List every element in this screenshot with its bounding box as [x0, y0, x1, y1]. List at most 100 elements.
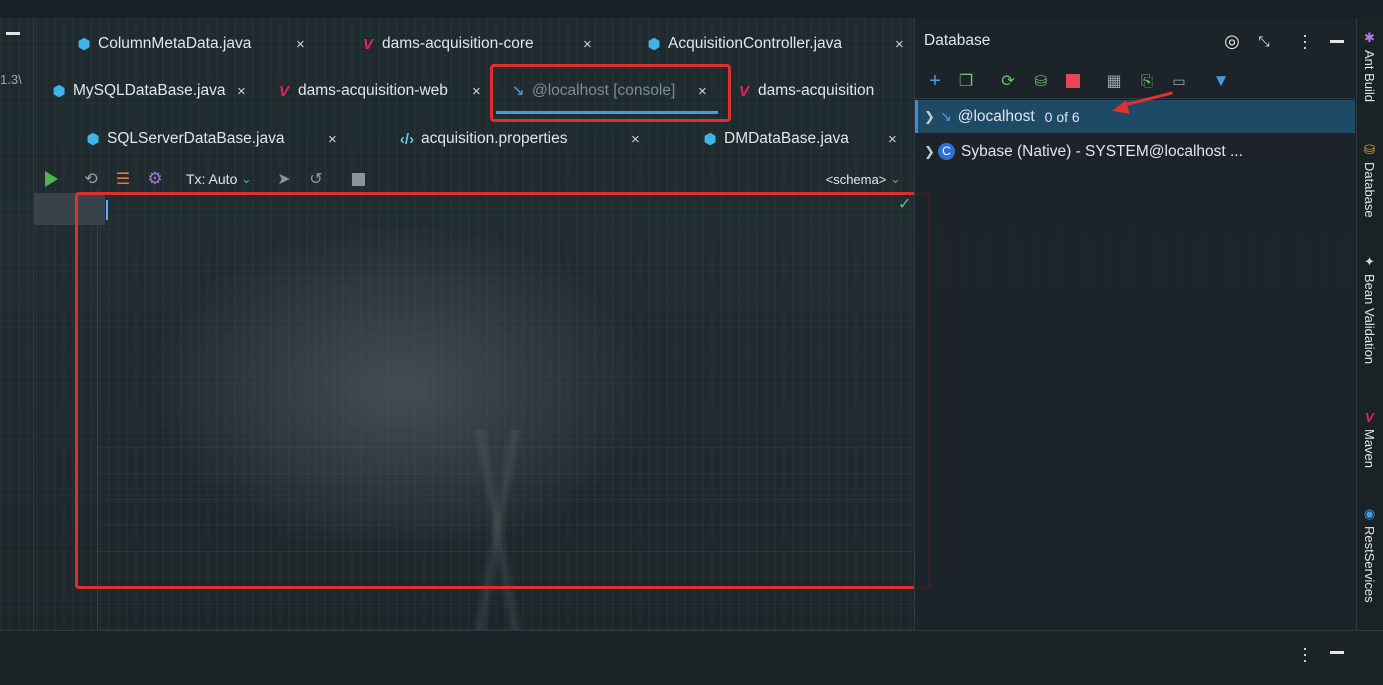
target-button[interactable]: ◎ — [1221, 30, 1243, 52]
refresh-icon: ⟳ — [1001, 73, 1015, 90]
tab-dm-database[interactable]: ⬢ DMDataBase.java — [702, 119, 849, 159]
add-datasource-button[interactable]: + — [924, 70, 946, 92]
console-icon: ▭ — [1172, 72, 1186, 89]
tree-item-name: Sybase (Native) - SYSTEM@localhost ... — [961, 142, 1243, 160]
stop-icon — [1066, 74, 1080, 88]
target-icon: ◎ — [1224, 30, 1240, 51]
tab-label: MySQLDataBase.java — [73, 82, 226, 99]
close-icon[interactable]: × — [583, 24, 592, 64]
annotation-highlight-console-tab — [490, 64, 731, 122]
bottom-tool-window-bar — [0, 630, 1383, 685]
sliders-icon: ☰ — [115, 171, 131, 188]
rollback-icon: ↺ — [309, 171, 323, 188]
close-icon[interactable]: × — [472, 71, 481, 111]
tab-dams-acquisition-web[interactable]: V dams-acquisition-web — [276, 71, 448, 111]
left-version-fragment: 1.3\ — [0, 72, 22, 87]
panel-divider — [915, 98, 1355, 99]
tx-mode-label: Tx: Auto — [186, 171, 238, 187]
minimize-panel-icon[interactable] — [1330, 40, 1344, 43]
tab-column-meta-data[interactable]: ⬢ ColumnMetaData.java — [76, 24, 251, 64]
left-minimize-icon[interactable] — [6, 32, 20, 35]
tab-label: dams-acquisition — [758, 82, 875, 99]
close-icon[interactable]: × — [296, 24, 305, 64]
gear-icon: ⚙ — [147, 169, 163, 188]
collapse-panel-button[interactable]: ⤡ — [1253, 30, 1275, 52]
close-icon[interactable]: × — [888, 119, 897, 159]
chevron-right-icon[interactable]: ❯ — [924, 109, 938, 125]
schema-search-button[interactable]: ⛁ — [1030, 70, 1052, 92]
schema-selector[interactable]: <schema> ⌄ — [818, 168, 908, 190]
query-settings-button[interactable]: ☰ — [112, 168, 134, 190]
chevron-right-icon[interactable]: ❯ — [924, 144, 938, 160]
duplicate-button[interactable]: ❐ — [955, 70, 977, 92]
schema-label: <schema> — [825, 171, 887, 187]
commit-button[interactable]: ➤ — [273, 168, 295, 190]
chevron-down-icon: ⌄ — [241, 172, 252, 186]
disconnect-button[interactable] — [1062, 70, 1084, 92]
stop-icon — [351, 172, 365, 186]
table-icon: ▦ — [1106, 73, 1122, 90]
tab-label: DMDataBase.java — [724, 130, 849, 147]
edit-source-button[interactable]: ⎘ — [1136, 70, 1158, 92]
stripe-label: RestServices — [1362, 526, 1377, 603]
tab-label: ColumnMetaData.java — [98, 35, 252, 52]
filter-icon: ▼ — [1212, 71, 1230, 90]
more-options-icon[interactable]: · · · — [1302, 639, 1308, 669]
tree-item-sybase[interactable]: ❯ C Sybase (Native) - SYSTEM@localhost .… — [924, 135, 1243, 168]
history-button[interactable]: ⟲ — [80, 168, 102, 190]
tab-dams-acquisition-core[interactable]: V dams-acquisition-core — [360, 24, 534, 64]
tab-label: dams-acquisition-web — [298, 82, 448, 99]
close-icon[interactable]: × — [631, 119, 640, 159]
console-button[interactable]: ▭ — [1168, 70, 1190, 92]
stripe-maven[interactable]: V Maven — [1356, 410, 1383, 468]
top-strip — [0, 0, 1383, 18]
minimize-panel-icon[interactable] — [1330, 651, 1344, 654]
java-class-icon: ⬢ — [52, 83, 66, 100]
java-class-icon: ⬢ — [647, 36, 661, 53]
send-icon: ➤ — [277, 171, 291, 188]
history-icon: ⟲ — [84, 171, 98, 188]
edit-source-icon: ⎘ — [1140, 72, 1153, 90]
tab-mysql-database[interactable]: ⬢ MySQLDataBase.java — [51, 71, 226, 111]
stripe-bean-validation[interactable]: ✦ Bean Validation — [1356, 254, 1383, 364]
properties-icon: ‹/› — [399, 130, 415, 148]
close-icon[interactable]: × — [328, 119, 337, 159]
plus-icon: + — [929, 69, 941, 92]
ant-icon: ✱ — [1364, 30, 1375, 45]
tx-mode-dropdown[interactable]: Tx: Auto ⌄ — [186, 168, 260, 190]
tab-sqlserver-database[interactable]: ⬢ SQLServerDataBase.java — [85, 119, 284, 159]
stripe-database[interactable]: ⛁ Database — [1356, 142, 1383, 218]
refresh-button[interactable]: ⟳ — [997, 70, 1019, 92]
tab-acquisition-properties[interactable]: ‹/› acquisition.properties — [399, 119, 568, 159]
tab-dams-acquisition[interactable]: V dams-acquisition — [736, 71, 874, 111]
stripe-ant-build[interactable]: ✱ Ant Build — [1356, 30, 1383, 102]
execute-button[interactable] — [40, 168, 62, 190]
sybase-icon: C — [938, 143, 955, 160]
java-class-icon: ⬢ — [77, 36, 91, 53]
tree-item-localhost[interactable]: ❯ ↘ @localhost 0 of 6 — [924, 100, 1080, 133]
rest-services-icon: ◉ — [1363, 506, 1376, 521]
tree-item-name: @localhost — [957, 107, 1035, 125]
mysql-dolphin-icon: ↘ — [940, 108, 952, 124]
close-icon[interactable]: × — [895, 24, 904, 64]
run-icon — [44, 171, 58, 187]
chevron-down-icon: ⌄ — [890, 172, 901, 186]
tab-acquisition-controller[interactable]: ⬢ AcquisitionController.java — [646, 24, 842, 64]
more-options-icon[interactable]: · · · — [1302, 26, 1308, 56]
settings-button[interactable]: ⚙ — [144, 168, 166, 190]
java-class-icon: ⬢ — [703, 131, 717, 148]
maven-icon: V — [738, 82, 749, 100]
java-class-icon: ⬢ — [86, 131, 100, 148]
tab-label: AcquisitionController.java — [668, 35, 843, 52]
filter-button[interactable]: ▼ — [1210, 70, 1232, 92]
maven-icon: V — [278, 82, 289, 100]
maven-icon: V — [1365, 410, 1374, 425]
maven-icon: V — [362, 35, 373, 53]
table-view-button[interactable]: ▦ — [1103, 70, 1125, 92]
tab-label: dams-acquisition-core — [382, 35, 534, 52]
rollback-button[interactable]: ↺ — [305, 168, 327, 190]
stop-button[interactable] — [347, 168, 369, 190]
stripe-label: Database — [1362, 162, 1377, 218]
stripe-rest-services[interactable]: ◉ RestServices — [1356, 506, 1383, 603]
close-icon[interactable]: × — [237, 71, 246, 111]
